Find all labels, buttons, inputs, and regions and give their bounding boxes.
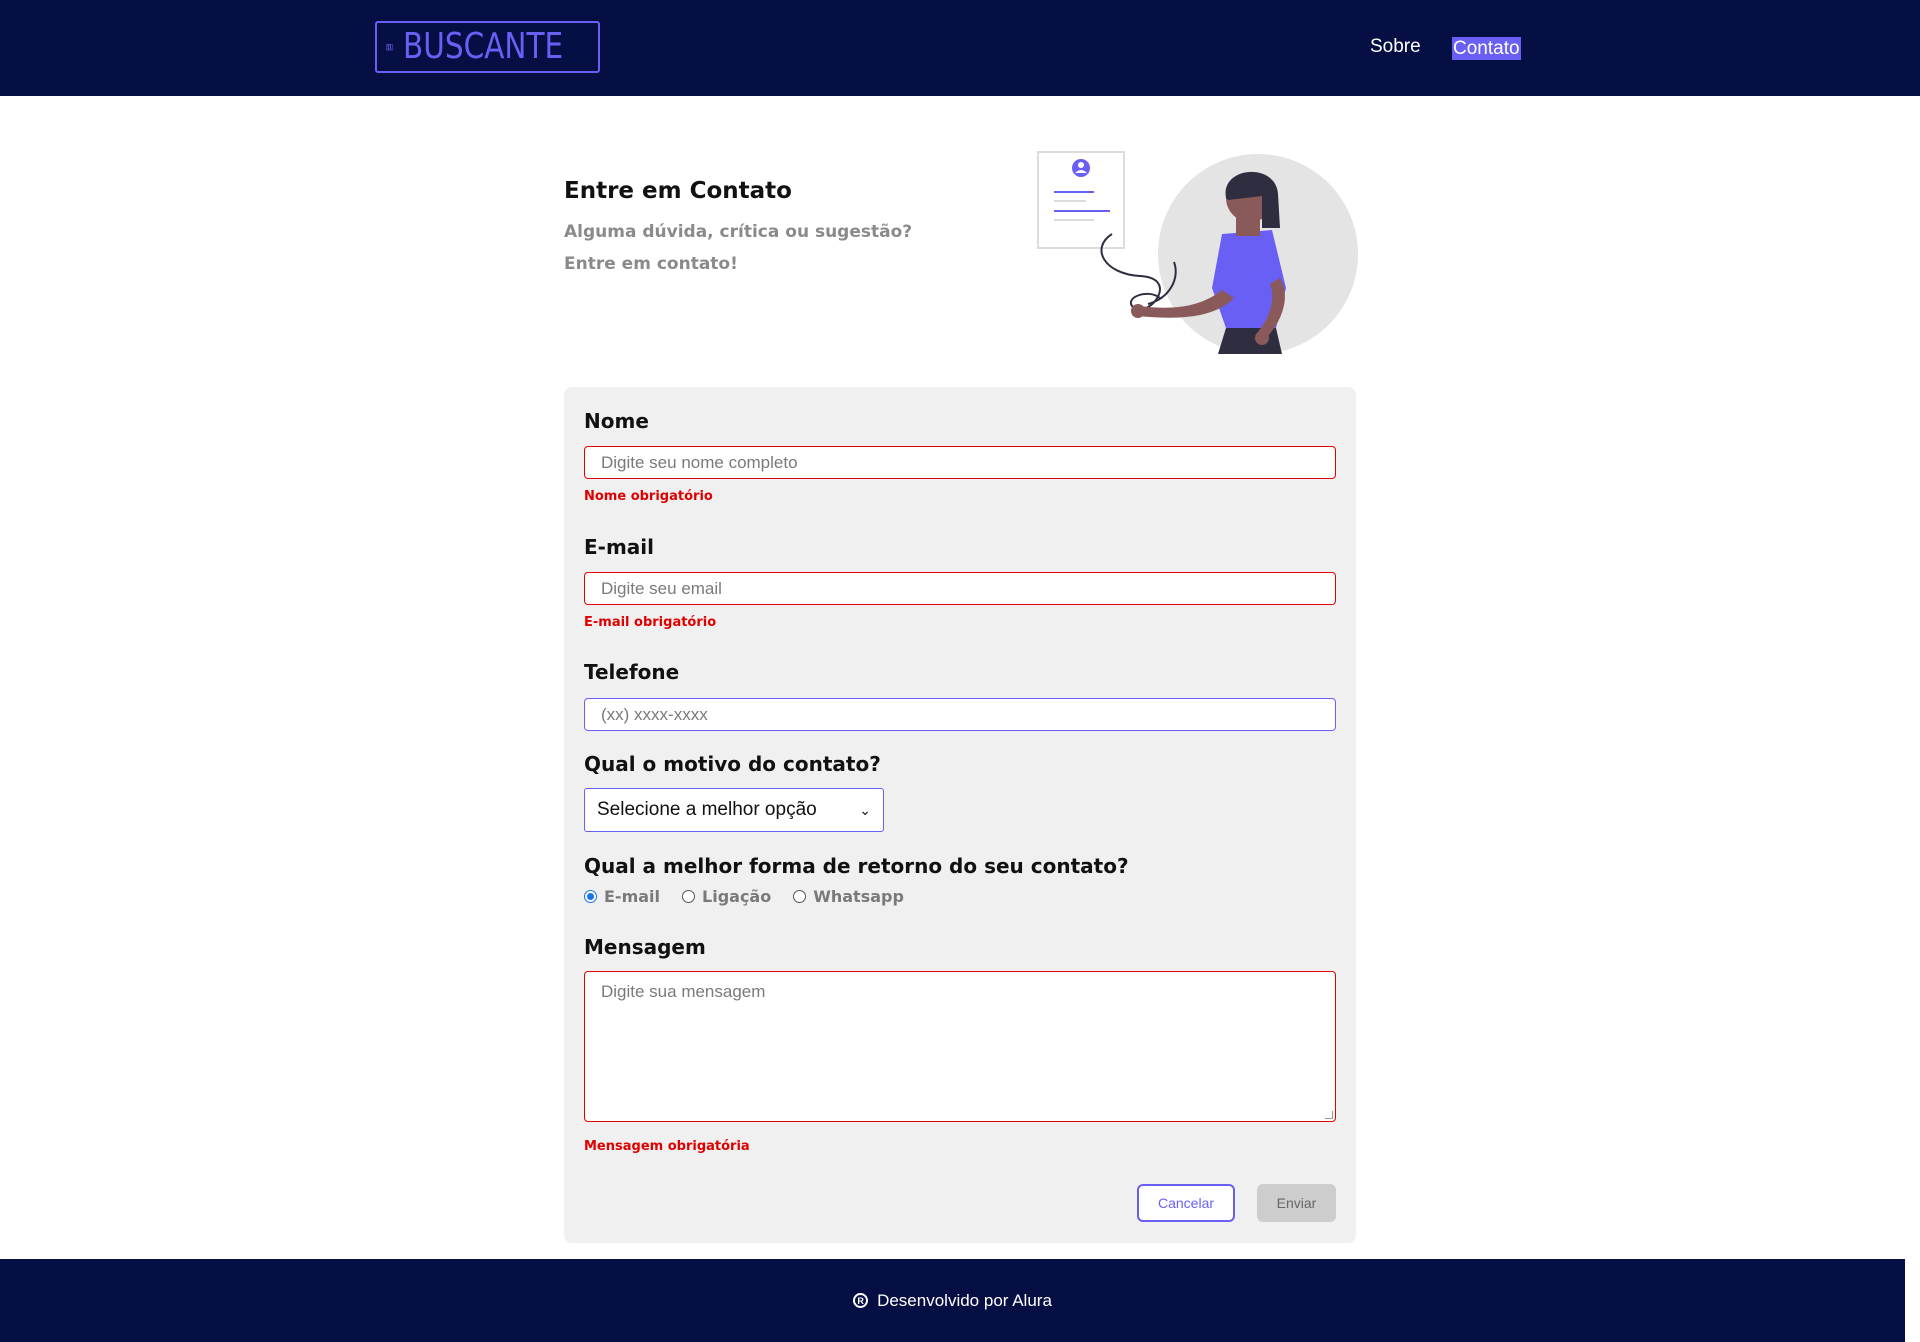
footer-text: Desenvolvido por Alura bbox=[877, 1290, 1052, 1310]
send-button[interactable]: Enviar bbox=[1257, 1184, 1336, 1222]
logo[interactable]: BUSCANTE bbox=[375, 21, 600, 73]
radio-button[interactable] bbox=[793, 890, 807, 903]
message-textarea[interactable]: Digite sua mensagem bbox=[584, 971, 1336, 1122]
message-error: Mensagem obrigatória bbox=[584, 1139, 750, 1154]
radio-ligacao-label: Ligação bbox=[702, 887, 772, 906]
radio-ligacao[interactable]: Ligação bbox=[682, 887, 771, 906]
return-label: Qual a melhor forma de retorno do seu co… bbox=[584, 854, 1129, 878]
reason-select-value: Selecione a melhor opção bbox=[597, 799, 817, 820]
intro-subtitle-line1: Alguma dúvida, crítica ou sugestão? bbox=[564, 222, 913, 242]
radio-button-checked[interactable] bbox=[584, 890, 597, 903]
cancel-button[interactable]: Cancelar bbox=[1137, 1184, 1235, 1222]
email-label: E-mail bbox=[584, 535, 655, 559]
reason-label: Qual o motivo do contato? bbox=[584, 752, 881, 776]
phone-label: Telefone bbox=[584, 660, 680, 684]
radio-button[interactable] bbox=[682, 890, 696, 903]
name-input[interactable] bbox=[584, 446, 1336, 479]
logo-text: BUSCANTE bbox=[402, 26, 563, 67]
name-error: Nome obrigatório bbox=[584, 489, 713, 504]
radio-whatsapp[interactable]: Whatsapp bbox=[793, 887, 904, 906]
chevron-down-icon: ⌄ bbox=[859, 801, 871, 818]
registered-icon: R bbox=[853, 1293, 869, 1308]
message-placeholder: Digite sua mensagem bbox=[601, 982, 766, 1001]
intro-subtitle-line2: Entre em contato! bbox=[564, 254, 738, 274]
name-label: Nome bbox=[584, 409, 649, 433]
nav-sobre[interactable]: Sobre bbox=[1370, 36, 1421, 58]
page-title: Entre em Contato bbox=[564, 178, 792, 204]
nav-contato[interactable]: Contato bbox=[1452, 37, 1521, 60]
contact-illustration bbox=[1037, 151, 1358, 354]
header: BUSCANTE Sobre Contato bbox=[0, 0, 1920, 96]
email-input[interactable] bbox=[584, 572, 1336, 605]
message-label: Mensagem bbox=[584, 935, 706, 959]
contact-form: Nome Nome obrigatório E-mail E-mail obri… bbox=[564, 387, 1356, 1243]
return-options: E-mail Ligação Whatsapp bbox=[584, 887, 926, 906]
books-icon bbox=[386, 43, 394, 51]
radio-email-label: E-mail bbox=[604, 887, 661, 906]
radio-whatsapp-label: Whatsapp bbox=[813, 887, 904, 906]
radio-email[interactable]: E-mail bbox=[584, 887, 660, 906]
reason-select[interactable]: Selecione a melhor opção ⌄ bbox=[584, 788, 884, 832]
email-error: E-mail obrigatório bbox=[584, 615, 717, 630]
phone-input[interactable] bbox=[584, 698, 1336, 731]
footer: R Desenvolvido por Alura bbox=[0, 1259, 1905, 1342]
resize-handle-icon[interactable] bbox=[1325, 1111, 1333, 1119]
